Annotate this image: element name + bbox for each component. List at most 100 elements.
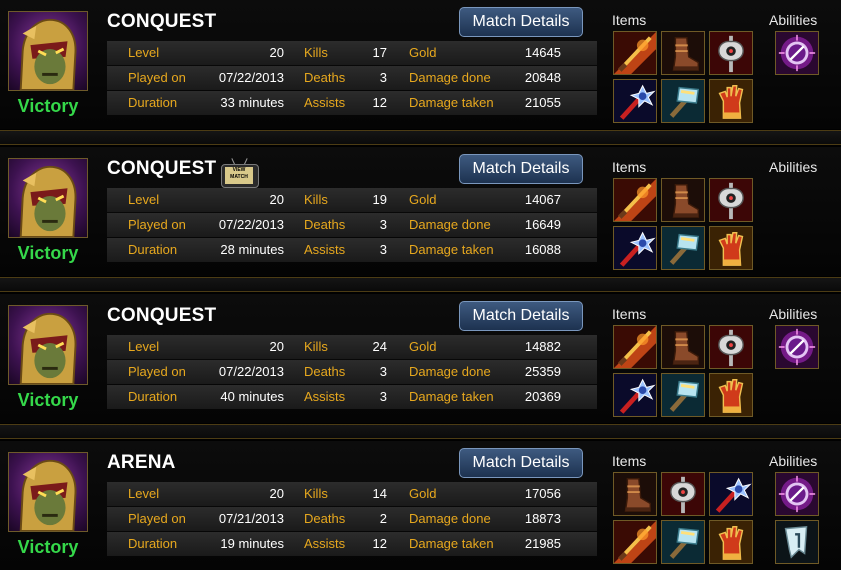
damage-done-label: Damage done	[409, 70, 491, 85]
match-mode: CONQUEST	[107, 11, 217, 32]
mace-icon[interactable]	[613, 373, 657, 417]
played-on-value: 07/22/2013	[218, 217, 284, 232]
match-card: Victory ARENA Match Details Level 20 Kills 14 G…	[0, 441, 841, 570]
hammer-icon[interactable]	[661, 373, 705, 417]
hammer-icon[interactable]	[661, 226, 705, 270]
god-portrait[interactable]	[8, 158, 88, 238]
match-result: Victory	[17, 390, 79, 410]
gold-value: 17056	[524, 486, 561, 501]
boots-icon[interactable]	[661, 325, 705, 369]
deaths-label: Deaths	[304, 364, 346, 379]
flaming-sword-icon[interactable]	[613, 520, 657, 564]
gauntlet-icon[interactable]	[709, 79, 753, 123]
duration-label: Duration	[128, 242, 178, 257]
mace-icon[interactable]	[709, 472, 753, 516]
assists-value: 3	[379, 389, 387, 404]
level-label: Level	[128, 192, 160, 207]
god-portrait[interactable]	[8, 452, 88, 532]
view-match-tv-icon[interactable]: VIEW MATCH	[221, 158, 259, 188]
boots-icon[interactable]	[661, 31, 705, 75]
battle-axe-icon[interactable]	[709, 325, 753, 369]
stats-row: Level 20 Kills 17 Gold 14645	[107, 41, 597, 65]
deaths-value: 3	[379, 217, 387, 232]
gold-label: Gold	[409, 486, 437, 501]
played-on-value: 07/22/2013	[218, 364, 284, 379]
assists-value: 12	[372, 95, 387, 110]
played-on-label: Played on	[128, 217, 186, 232]
battle-axe-icon[interactable]	[709, 31, 753, 75]
damage-taken-label: Damage taken	[409, 536, 494, 551]
assists-label: Assists	[304, 536, 346, 551]
assists-value: 3	[379, 242, 387, 257]
gauntlet-icon[interactable]	[709, 226, 753, 270]
abilities-header: Abilities	[769, 12, 818, 28]
gauntlet-icon[interactable]	[709, 373, 753, 417]
god-portrait[interactable]	[8, 305, 88, 385]
battle-axe-icon[interactable]	[661, 472, 705, 516]
boots-icon[interactable]	[661, 178, 705, 222]
items-header: Items	[612, 12, 647, 28]
damage-taken-value: 21055	[524, 95, 561, 110]
flaming-sword-icon[interactable]	[613, 178, 657, 222]
flaming-sword-icon[interactable]	[613, 31, 657, 75]
flaming-sword-icon[interactable]	[613, 325, 657, 369]
match-details-button[interactable]: Match Details	[459, 154, 583, 184]
stats-row: Duration 33 minutes Assists 12 Damage taken 2…	[107, 91, 597, 115]
kills-label: Kills	[304, 192, 328, 207]
kills-value: 24	[372, 339, 387, 354]
damage-taken-label: Damage taken	[409, 242, 494, 257]
level-label: Level	[128, 45, 160, 60]
stats-table: Level 20 Kills 24 Gold 14882 Played on 07/22/20…	[107, 335, 597, 411]
match-divider	[0, 277, 841, 292]
match-details-button[interactable]: Match Details	[459, 301, 583, 331]
purification-icon[interactable]	[775, 325, 819, 369]
assists-label: Assists	[304, 242, 346, 257]
level-value: 20	[269, 486, 284, 501]
damage-taken-value: 21985	[524, 536, 561, 551]
match-divider	[0, 424, 841, 439]
damage-done-value: 20848	[524, 70, 561, 85]
deaths-value: 3	[379, 70, 387, 85]
boots-icon[interactable]	[613, 472, 657, 516]
kills-value: 17	[372, 45, 387, 60]
match-details-button[interactable]: Match Details	[459, 448, 583, 478]
played-on-label: Played on	[128, 511, 186, 526]
played-on-label: Played on	[128, 364, 186, 379]
battle-axe-icon[interactable]	[709, 178, 753, 222]
damage-done-value: 16649	[524, 217, 561, 232]
match-card: Victory CONQUEST Match Details Level 20 Kills…	[0, 294, 841, 423]
hammer-icon[interactable]	[661, 79, 705, 123]
stats-row: Duration 40 minutes Assists 3 Damage taken 20…	[107, 385, 597, 409]
assists-label: Assists	[304, 95, 346, 110]
level-label: Level	[128, 486, 160, 501]
match-details-button[interactable]: Match Details	[459, 7, 583, 37]
played-on-value: 07/22/2013	[218, 70, 284, 85]
hammer-icon[interactable]	[661, 520, 705, 564]
stats-row: Level 20 Kills 24 Gold 14882	[107, 335, 597, 359]
damage-taken-value: 20369	[524, 389, 561, 404]
duration-value: 33 minutes	[220, 95, 284, 110]
duration-label: Duration	[128, 536, 178, 551]
damage-done-value: 18873	[524, 511, 561, 526]
mace-icon[interactable]	[613, 79, 657, 123]
match-result: Victory	[17, 537, 79, 557]
match-card: Victory CONQUEST Match Details Level 20 Kills…	[0, 0, 841, 129]
duration-value: 19 minutes	[220, 536, 284, 551]
damage-done-label: Damage done	[409, 511, 491, 526]
stats-table: Level 20 Kills 14 Gold 17056 Played on 07/21/20…	[107, 482, 597, 558]
abilities-header: Abilities	[769, 159, 818, 175]
duration-value: 40 minutes	[220, 389, 284, 404]
gold-label: Gold	[409, 45, 437, 60]
purification-icon[interactable]	[775, 31, 819, 75]
god-portrait[interactable]	[8, 11, 88, 91]
gold-value: 14882	[524, 339, 561, 354]
gauntlet-icon[interactable]	[709, 520, 753, 564]
stats-row: Level 20 Kills 19 Gold 14067	[107, 188, 597, 212]
played-on-label: Played on	[128, 70, 186, 85]
purification-icon[interactable]	[775, 472, 819, 516]
kills-label: Kills	[304, 486, 328, 501]
mace-icon[interactable]	[613, 226, 657, 270]
sprint-banner-icon[interactable]	[775, 520, 819, 564]
gold-label: Gold	[409, 192, 437, 207]
stats-row: Level 20 Kills 14 Gold 17056	[107, 482, 597, 506]
